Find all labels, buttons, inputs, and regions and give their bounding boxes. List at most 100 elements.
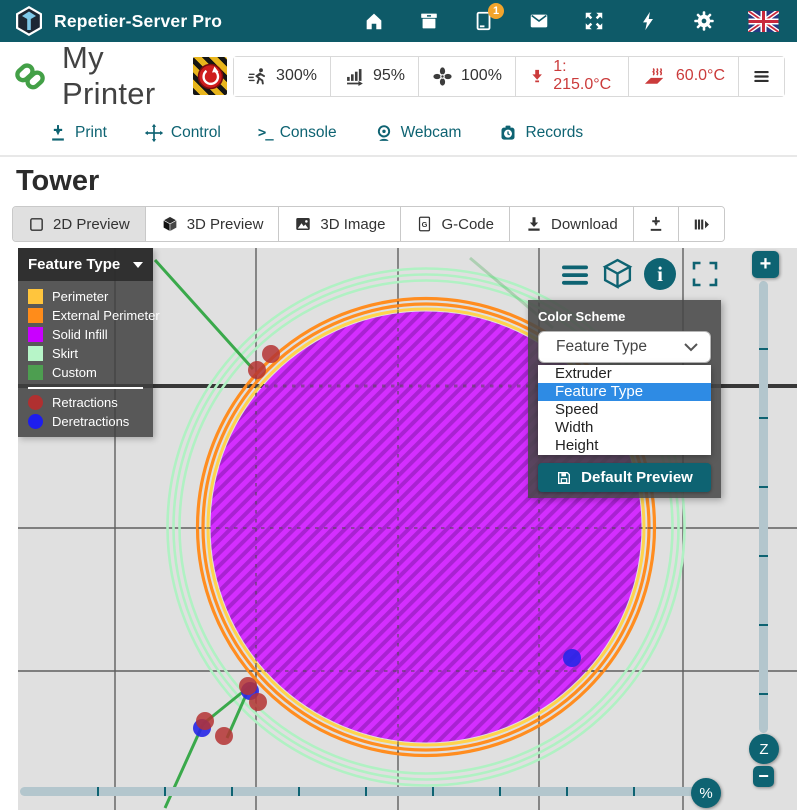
external-perimeter-swatch <box>28 308 43 323</box>
reprint-button[interactable] <box>634 207 679 241</box>
extruder-temp-value: 1: 215.0°C <box>553 58 615 94</box>
default-preview-button[interactable]: Default Preview <box>538 463 711 492</box>
legend-item: Custom <box>18 363 153 382</box>
option-extruder[interactable]: Extruder <box>538 365 711 383</box>
extruder-temp-button[interactable]: 1: 215.0°C <box>516 57 629 96</box>
view-3d-preview-button[interactable]: 3D Preview <box>146 207 280 241</box>
repetier-logo <box>14 5 44 37</box>
layer-range-button[interactable] <box>679 207 724 241</box>
chevron-down-icon <box>684 343 698 352</box>
color-scheme-selected-value: Feature Type <box>556 338 647 356</box>
legend-item: Skirt <box>18 344 153 363</box>
power-actions-icon[interactable] <box>638 10 660 32</box>
chevron-down-icon <box>133 262 143 268</box>
option-height[interactable]: Height <box>538 437 711 455</box>
skirt-swatch <box>28 346 43 361</box>
tab-records-label: Records <box>525 124 583 142</box>
download-icon <box>525 215 543 233</box>
language-flag-icon[interactable] <box>748 10 779 32</box>
color-scheme-options: Extruder Feature Type Speed Width Height <box>538 365 711 455</box>
bed-temp-value: 60.0°C <box>676 67 725 85</box>
percent-mode-button[interactable]: % <box>691 778 721 808</box>
bed-temp-button[interactable]: 60.0°C <box>629 57 739 96</box>
zoom-in-button[interactable]: + <box>752 251 779 278</box>
flow-value: 95% <box>373 67 405 85</box>
move-control-icon <box>144 123 164 143</box>
home-icon[interactable] <box>363 10 385 32</box>
legend-item: Deretractions <box>18 412 153 431</box>
webcam-icon <box>374 123 394 143</box>
printer-menu-button[interactable] <box>739 57 784 96</box>
fullscreen-icon[interactable] <box>691 260 719 293</box>
preview-mode-buttons: 2D Preview 3D Preview 3D Image G G-Code <box>12 206 725 242</box>
flow-icon <box>344 66 365 87</box>
tab-webcam-label: Webcam <box>401 124 462 142</box>
job-title: Tower <box>16 165 797 198</box>
preview-canvas-area: Feature Type Perimeter External Perimete… <box>18 248 797 810</box>
option-width[interactable]: Width <box>538 419 711 437</box>
notification-badge: 1 <box>488 3 504 19</box>
tab-print[interactable]: Print <box>48 123 107 143</box>
zoom-out-button[interactable]: − <box>753 766 774 787</box>
extruder-temp-icon <box>529 66 545 86</box>
save-icon <box>556 470 572 486</box>
printer-header: My Printer 300% <box>0 42 797 110</box>
color-scheme-label: Color Scheme <box>538 309 711 324</box>
z-mode-button[interactable]: Z <box>749 734 779 764</box>
gcode-file-icon: G <box>416 215 433 233</box>
archive-box-icon[interactable] <box>418 10 440 32</box>
square-2d-icon <box>28 216 45 233</box>
feature-legend-panel: Feature Type Perimeter External Perimete… <box>18 248 153 437</box>
hamburger-icon <box>752 67 771 86</box>
settings-gear-icon[interactable] <box>693 10 715 32</box>
color-scheme-select[interactable]: Feature Type <box>538 331 711 363</box>
preview-menu-icon[interactable] <box>560 263 590 293</box>
nozzle-print-icon <box>647 215 665 233</box>
legend-title: Feature Type <box>28 256 120 273</box>
printer-connected-icon <box>12 53 48 99</box>
top-navbar: Repetier-Server Pro 1 <box>0 0 797 42</box>
custom-swatch <box>28 365 43 380</box>
fan-speed-button[interactable]: 100% <box>419 57 516 96</box>
flow-multiplier-button[interactable]: 95% <box>331 57 419 96</box>
legend-item: External Perimeter <box>18 306 153 325</box>
messages-icon[interactable] <box>528 10 550 32</box>
option-speed[interactable]: Speed <box>538 401 711 419</box>
legend-header[interactable]: Feature Type <box>18 248 153 281</box>
download-button[interactable]: Download <box>510 207 634 241</box>
retractions-swatch <box>28 395 43 410</box>
app-title: Repetier-Server Pro <box>54 11 222 32</box>
repetier-server-page: Repetier-Server Pro 1 <box>0 0 797 810</box>
heated-bed-icon <box>642 65 668 87</box>
image-icon <box>294 215 312 233</box>
layer-slider-vertical[interactable] <box>759 281 768 733</box>
speed-multiplier-button[interactable]: 300% <box>234 57 331 96</box>
tab-control[interactable]: Control <box>144 123 221 143</box>
option-feature-type[interactable]: Feature Type <box>538 383 711 401</box>
tab-console[interactable]: >_ Console <box>258 124 337 142</box>
tab-records[interactable]: Records <box>498 123 583 143</box>
view-3d-image-button[interactable]: 3D Image <box>279 207 401 241</box>
progress-slider-horizontal[interactable] <box>20 787 712 796</box>
legend-item: Perimeter <box>18 287 153 306</box>
print-queue-icon[interactable]: 1 <box>473 10 495 32</box>
expand-arrows-icon[interactable] <box>583 10 605 32</box>
speed-icon <box>247 66 268 87</box>
legend-body: Perimeter External Perimeter Solid Infil… <box>18 281 153 431</box>
fan-value: 100% <box>461 67 502 85</box>
cube-3d-icon <box>161 215 179 233</box>
view-gcode-button[interactable]: G G-Code <box>401 207 510 241</box>
show-3d-cube-icon[interactable] <box>601 258 634 294</box>
tab-webcam[interactable]: Webcam <box>374 123 462 143</box>
tab-control-label: Control <box>171 124 221 142</box>
console-icon: >_ <box>258 125 273 141</box>
info-icon[interactable]: i <box>644 258 676 290</box>
tab-console-label: Console <box>280 124 337 142</box>
fan-icon <box>432 66 453 87</box>
emergency-stop-button[interactable] <box>193 57 227 95</box>
color-scheme-panel: Color Scheme Feature Type Extruder Featu… <box>528 300 721 498</box>
legend-item: Solid Infill <box>18 325 153 344</box>
legend-item: Retractions <box>18 393 153 412</box>
view-2d-preview-button[interactable]: 2D Preview <box>13 207 146 241</box>
speed-value: 300% <box>276 67 317 85</box>
